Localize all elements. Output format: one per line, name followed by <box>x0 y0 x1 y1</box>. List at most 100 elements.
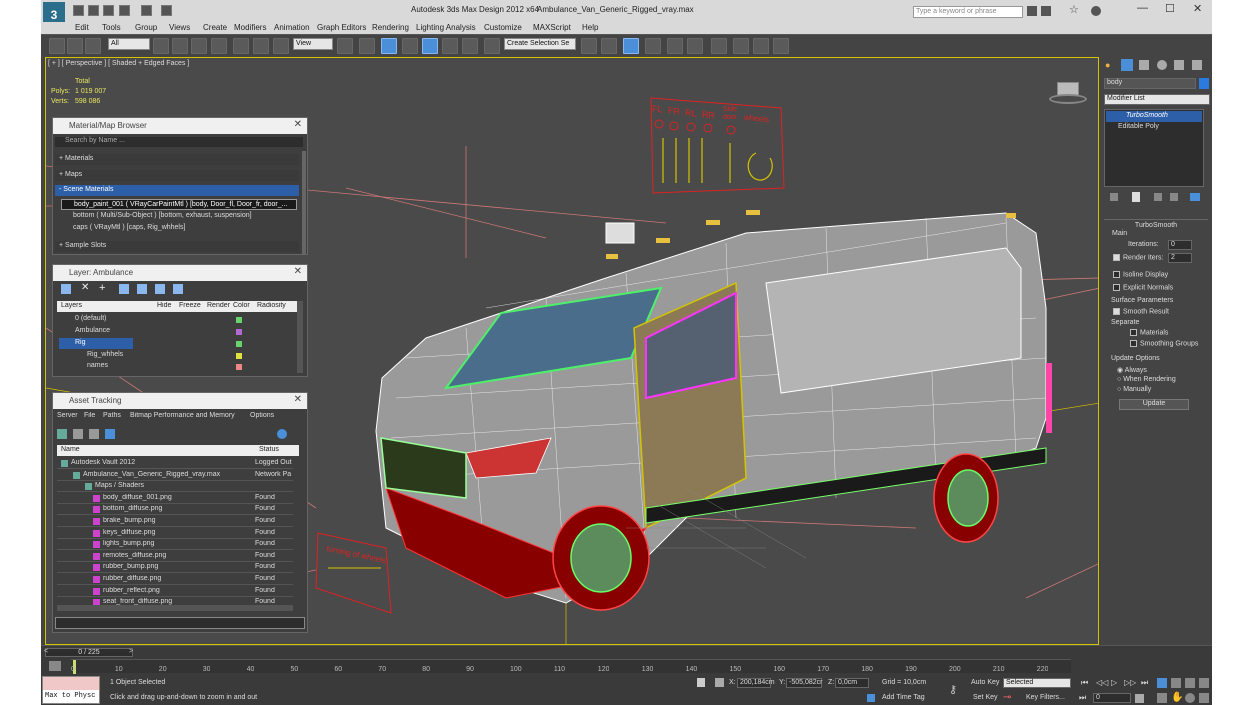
z-coordinate-field[interactable]: 0,0cm <box>835 678 869 688</box>
menu-rendering[interactable]: Rendering <box>372 23 409 32</box>
goto-start-icon[interactable]: ⏮ <box>1081 678 1088 688</box>
x-coordinate-field[interactable]: 200,184cm <box>737 678 775 688</box>
maximize-icon[interactable]: ☐ <box>1165 2 1175 15</box>
link-icon[interactable] <box>49 38 65 54</box>
explicit-checkbox[interactable] <box>1113 284 1120 291</box>
layer-scrollbar[interactable] <box>297 301 303 373</box>
close-icon[interactable]: ✕ <box>294 119 302 130</box>
layer-color-swatch[interactable] <box>236 341 242 347</box>
next-frame-icon[interactable]: > <box>129 648 133 655</box>
rotate-icon[interactable] <box>253 38 269 54</box>
redo-icon[interactable] <box>141 5 152 16</box>
materials-checkbox[interactable] <box>1130 329 1137 336</box>
turbosmooth-rollout-header[interactable]: TurboSmooth <box>1104 219 1208 229</box>
smooth-checkbox[interactable] <box>1113 308 1120 315</box>
material-scrollbar[interactable] <box>302 151 306 254</box>
highlight-layer-icon[interactable] <box>137 284 147 294</box>
play-icon[interactable]: ▷ <box>1111 678 1117 687</box>
asset-row[interactable]: Ambulance_Van_Generic_Rigged_vray.max Net… <box>57 470 293 481</box>
set-key-icon[interactable]: ⊸ <box>1003 692 1011 703</box>
menu-group[interactable]: Group <box>135 23 157 32</box>
next-key-icon[interactable]: ▷▷ <box>1124 678 1136 687</box>
asset-row[interactable]: brake_bump.png Found <box>57 516 293 527</box>
refresh-icon[interactable] <box>57 429 67 439</box>
close-icon[interactable]: ✕ <box>294 266 302 277</box>
select-object-icon[interactable] <box>153 38 169 54</box>
scale-icon[interactable] <box>273 38 289 54</box>
asset-row[interactable]: lights_bump.png Found <box>57 539 293 551</box>
always-option[interactable]: ◉ Always <box>1117 366 1147 374</box>
layer-row[interactable]: Rig <box>59 338 133 349</box>
unlink-icon[interactable] <box>67 38 83 54</box>
keyboard-shortcut-icon[interactable] <box>381 38 397 54</box>
help-icon[interactable] <box>1091 6 1101 16</box>
zoom-extents-all-icon[interactable] <box>1199 678 1209 688</box>
search-input[interactable]: Type a keyword or phrase <box>913 6 1023 18</box>
material-item[interactable]: caps ( VRayMtl ) [caps, Rig_whhels] <box>61 223 297 234</box>
menu-graph-editors[interactable]: Graph Editors <box>317 23 366 32</box>
asset-row[interactable]: Autodesk Vault 2012 Logged Out <box>57 458 293 469</box>
tree-view-icon[interactable] <box>105 429 115 439</box>
table-view-icon[interactable] <box>89 429 99 439</box>
time-config-icon[interactable] <box>1135 694 1144 703</box>
new-file-icon[interactable] <box>73 5 84 16</box>
close-icon[interactable]: ✕ <box>294 394 302 405</box>
project-folder-icon[interactable] <box>161 5 172 16</box>
mirror-icon[interactable] <box>581 38 597 54</box>
render-setup-icon[interactable] <box>733 38 749 54</box>
asset-menu-bitmap[interactable]: Bitmap Performance and Memory <box>130 412 235 419</box>
layer-row[interactable]: names <box>59 361 295 372</box>
window-crossing-icon[interactable] <box>211 38 227 54</box>
open-file-icon[interactable] <box>88 5 99 16</box>
group-scene-materials[interactable]: - Scene Materials <box>55 185 299 196</box>
configure-sets-icon[interactable] <box>1190 193 1200 201</box>
curve-editor-icon[interactable] <box>667 38 683 54</box>
selection-region-icon[interactable] <box>191 38 207 54</box>
menu-modifiers[interactable]: Modifiers <box>234 23 266 32</box>
col-color[interactable]: Color <box>233 302 250 309</box>
smoothing-checkbox[interactable] <box>1130 340 1137 347</box>
group-maps[interactable]: + Maps <box>55 170 299 181</box>
modifier-list-dropdown[interactable]: Modifier List <box>1104 94 1210 105</box>
select-manipulate-icon[interactable] <box>359 38 375 54</box>
undo-icon[interactable] <box>119 5 130 16</box>
render-production-icon[interactable] <box>773 38 789 54</box>
delete-layer-icon[interactable]: ✕ <box>81 282 89 293</box>
material-browser-titlebar[interactable]: Material/Map Browser ✕ <box>53 118 307 134</box>
asset-row[interactable]: rubber_bump.png Found <box>57 562 293 574</box>
layer-color-swatch[interactable] <box>236 329 242 335</box>
object-name-field[interactable]: body <box>1104 78 1196 89</box>
always-radio-icon[interactable]: ◉ <box>1117 367 1123 374</box>
menu-animation[interactable]: Animation <box>274 23 310 32</box>
spinner-snap-icon[interactable] <box>462 38 478 54</box>
layer-manager-icon[interactable] <box>623 38 639 54</box>
layer-row[interactable]: Rig_whhels <box>59 350 295 361</box>
binoculars-icon[interactable] <box>1027 6 1037 16</box>
modify-tab-icon[interactable] <box>1121 59 1133 71</box>
pin-stack-icon[interactable] <box>1110 193 1118 201</box>
freeze-all-icon[interactable] <box>173 284 183 294</box>
zoom-extents-icon[interactable] <box>1185 678 1195 688</box>
material-item[interactable]: body_paint_001 ( VRayCarPaintMtl ) [body… <box>61 199 297 210</box>
select-by-name-icon[interactable] <box>172 38 188 54</box>
snaps-toggle-icon[interactable] <box>402 38 418 54</box>
percent-snap-icon[interactable] <box>442 38 458 54</box>
asset-row[interactable]: remotes_diffuse.png Found <box>57 551 293 562</box>
angle-snap-icon[interactable] <box>422 38 438 54</box>
asset-menu-paths[interactable]: Paths <box>103 412 121 419</box>
prev-key-icon[interactable]: ◁◁ <box>1096 678 1108 687</box>
absolute-mode-icon[interactable] <box>715 678 724 687</box>
manually-radio-icon[interactable]: ○ <box>1117 386 1121 393</box>
key-icon[interactable] <box>1041 6 1051 16</box>
asset-row[interactable]: bottom_diffuse.png Found <box>57 504 293 516</box>
group-sample-slots[interactable]: + Sample Slots <box>55 241 299 252</box>
motion-tab-icon[interactable] <box>1157 60 1167 70</box>
asset-menu-options[interactable]: Options <box>250 412 274 419</box>
create-tab-icon[interactable]: ● <box>1105 60 1110 70</box>
col-status[interactable]: Status <box>259 446 279 453</box>
update-button[interactable]: Update <box>1119 399 1189 410</box>
key-mode-toggle-icon[interactable]: ⏭ <box>1079 693 1086 703</box>
lock-icon[interactable] <box>697 678 705 687</box>
list-view-icon[interactable] <box>73 429 83 439</box>
isoline-checkbox[interactable] <box>1113 271 1120 278</box>
